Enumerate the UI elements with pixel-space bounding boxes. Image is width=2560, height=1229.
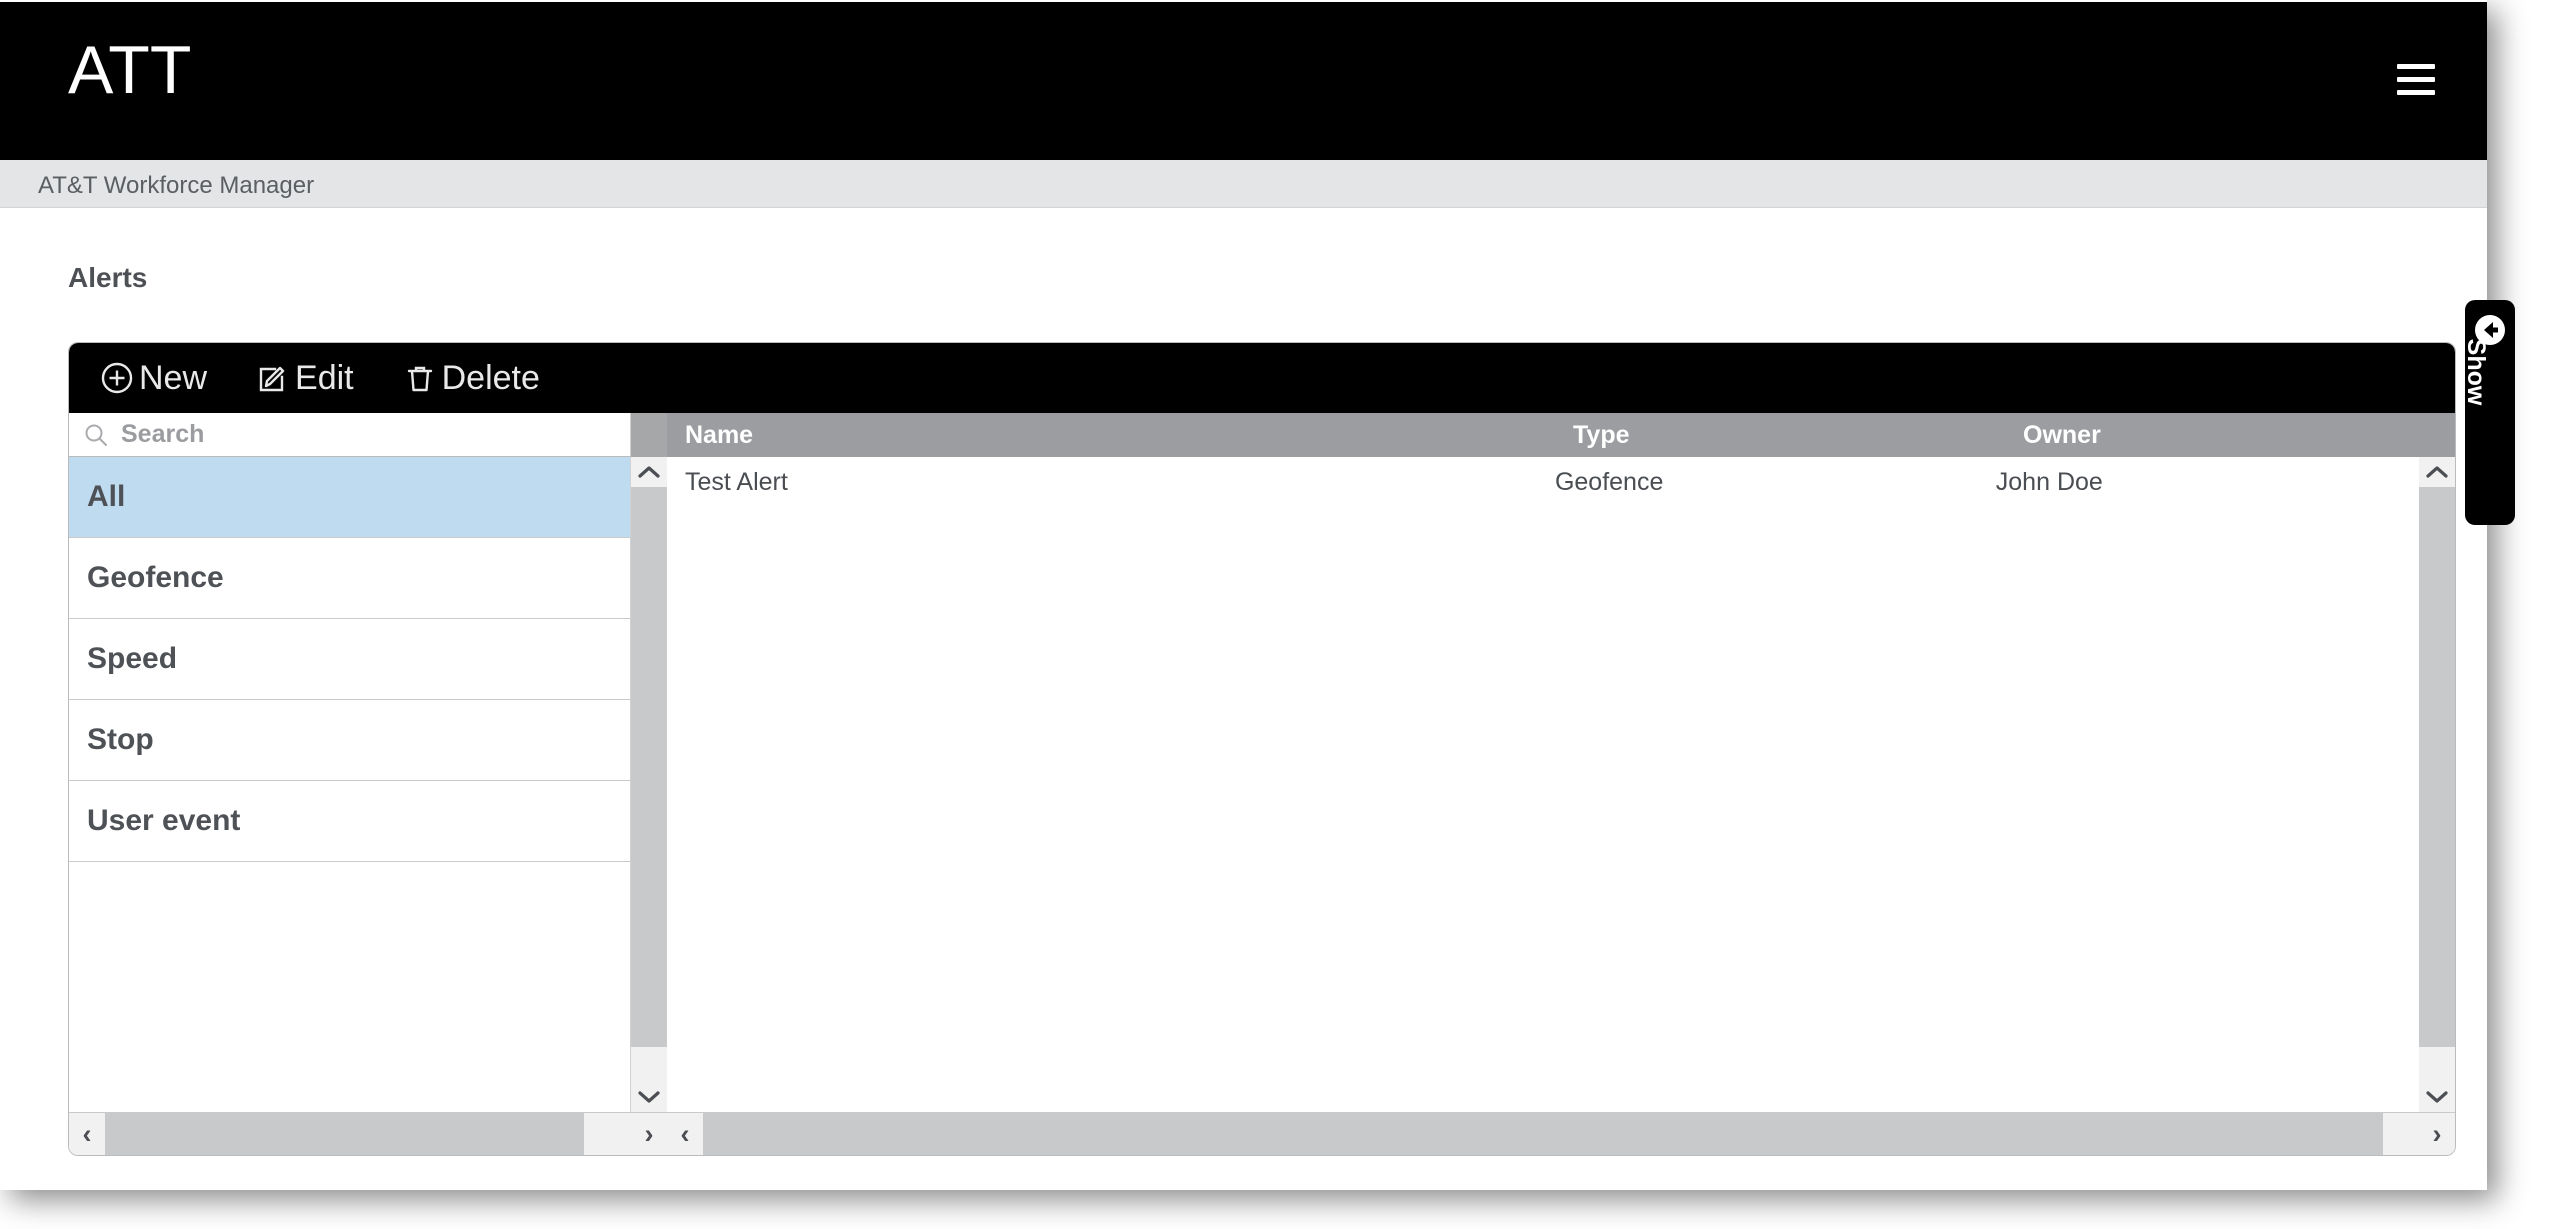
- search-scroll-corner: [631, 413, 667, 457]
- hamburger-menu-icon[interactable]: [2397, 64, 2435, 96]
- search-icon: [83, 422, 109, 448]
- scroll-left-glyph: ‹: [82, 1119, 92, 1149]
- table-header-row: Name Type Owner: [667, 413, 2455, 457]
- category-list: All Geofence Speed Stop User event: [69, 457, 631, 1112]
- cell-name: Test Alert: [685, 467, 788, 496]
- table-body: Test Alert Geofence John Doe: [667, 457, 2419, 1112]
- show-panel-tab[interactable]: Show: [2465, 300, 2515, 525]
- sidebar-item-label: Speed: [87, 642, 178, 675]
- scroll-left-icon[interactable]: ‹: [69, 1113, 105, 1155]
- plus-circle-icon: [99, 360, 135, 396]
- table-horizontal-scrollbar[interactable]: ‹ ›: [667, 1112, 2455, 1155]
- pencil-square-icon: [255, 360, 291, 396]
- scroll-right-glyph: ›: [644, 1119, 654, 1149]
- app-window: ATT AT&T Workforce Manager Alerts New Ed…: [0, 0, 2487, 1190]
- sidebar-item-stop[interactable]: Stop: [69, 700, 630, 781]
- screen-root: ATT AT&T Workforce Manager Alerts New Ed…: [0, 0, 2560, 1229]
- sidebar-item-user-event[interactable]: User event: [69, 781, 630, 862]
- scroll-down-icon[interactable]: [631, 1082, 667, 1112]
- sidebar-item-geofence[interactable]: Geofence: [69, 538, 630, 619]
- sidebar-item-label: Stop: [87, 723, 154, 756]
- scroll-right-glyph: ›: [2432, 1119, 2442, 1149]
- scrollbar-thumb[interactable]: [703, 1113, 2383, 1155]
- card-toolbar: New Edit Delete: [69, 343, 2455, 413]
- scroll-up-icon[interactable]: [2419, 457, 2455, 487]
- scrollbar-thumb[interactable]: [105, 1113, 584, 1155]
- cell-type: Geofence: [1554, 467, 1664, 496]
- table-vertical-scrollbar[interactable]: [2419, 457, 2455, 1112]
- sidebar-item-label: Geofence: [87, 561, 224, 594]
- scroll-up-icon[interactable]: [631, 457, 667, 487]
- new-button[interactable]: New: [99, 359, 207, 398]
- application-name-bar: AT&T Workforce Manager: [0, 160, 2487, 208]
- edit-button-label: Edit: [295, 358, 354, 397]
- scrollbar-thumb[interactable]: [2419, 487, 2455, 1047]
- category-horizontal-scrollbar[interactable]: ‹ ›: [69, 1112, 667, 1155]
- top-app-bar: ATT: [0, 2, 2487, 160]
- page-title: Alerts: [68, 262, 148, 293]
- category-panel: All Geofence Speed Stop User event: [69, 413, 667, 1155]
- card-body: All Geofence Speed Stop User event: [69, 413, 2455, 1155]
- search-input[interactable]: [119, 419, 563, 450]
- alerts-table-panel: Name Type Owner Test Alert Geofence John…: [667, 413, 2455, 1155]
- search-row: [69, 413, 631, 457]
- cell-owner: John Doe: [1995, 467, 2103, 496]
- sidebar-item-all[interactable]: All: [69, 457, 630, 538]
- scroll-left-glyph: ‹: [680, 1119, 690, 1149]
- scroll-left-icon[interactable]: ‹: [667, 1113, 703, 1155]
- column-header-owner[interactable]: Owner: [2023, 421, 2455, 450]
- hamburger-bar: [2397, 64, 2435, 69]
- category-vertical-scrollbar[interactable]: [631, 457, 667, 1112]
- hamburger-bar: [2397, 90, 2435, 95]
- table-row[interactable]: Test Alert Geofence John Doe: [667, 457, 2419, 507]
- application-name: AT&T Workforce Manager: [38, 172, 315, 199]
- delete-button[interactable]: Delete: [402, 359, 540, 398]
- new-button-label: New: [139, 358, 208, 397]
- scroll-right-icon[interactable]: ›: [2419, 1113, 2455, 1155]
- column-header-name[interactable]: Name: [667, 421, 1573, 450]
- sidebar-item-label: User event: [87, 804, 241, 837]
- column-header-type[interactable]: Type: [1573, 421, 2023, 450]
- sidebar-item-speed[interactable]: Speed: [69, 619, 630, 700]
- scroll-down-icon[interactable]: [2419, 1082, 2455, 1112]
- scroll-right-icon[interactable]: ›: [631, 1113, 667, 1155]
- hamburger-bar: [2397, 77, 2435, 82]
- edit-button[interactable]: Edit: [255, 359, 354, 398]
- trash-icon: [402, 360, 438, 396]
- brand-logo: ATT: [68, 32, 192, 108]
- delete-button-label: Delete: [441, 358, 540, 397]
- alerts-card: New Edit Delete Search All Geofence Spee…: [68, 342, 2456, 1156]
- scrollbar-thumb[interactable]: [631, 487, 667, 1047]
- show-panel-label: Show: [2465, 338, 2490, 406]
- sidebar-item-label: All: [87, 480, 126, 513]
